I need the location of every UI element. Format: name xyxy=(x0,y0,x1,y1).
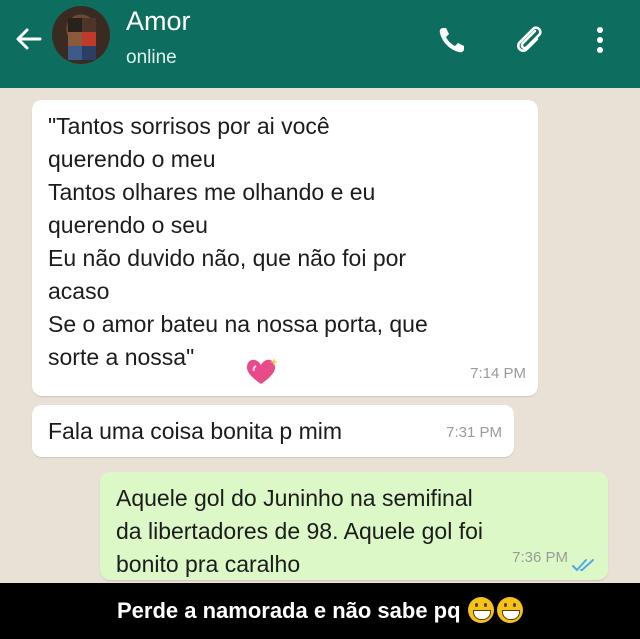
message-bubble-incoming[interactable]: "Tantos sorrisos por ai você querendo o … xyxy=(32,100,538,396)
phone-icon[interactable] xyxy=(434,22,470,58)
sparkling-heart-icon xyxy=(246,358,278,384)
grinning-face-icon xyxy=(468,597,495,623)
message-list[interactable]: "Tantos sorrisos por ai você querendo o … xyxy=(0,88,640,583)
message-text: Fala uma coisa bonita p mim xyxy=(48,418,343,444)
message-text: Aquele gol do Juninho na semifinal da li… xyxy=(116,485,483,577)
message-bubble-incoming[interactable]: Fala uma coisa bonita p mim 7:31 PM xyxy=(32,405,514,457)
avatar[interactable] xyxy=(52,6,110,64)
meme-caption: Perde a namorada e não sabe pq xyxy=(116,598,461,623)
double-check-icon xyxy=(572,559,594,571)
grinning-face-icon xyxy=(497,597,524,623)
contact-info[interactable]: Amor online xyxy=(126,4,191,70)
contact-name: Amor xyxy=(126,6,191,36)
chat-header: Amor online xyxy=(0,0,640,88)
message-time: 7:31 PM xyxy=(446,424,502,441)
paperclip-icon[interactable] xyxy=(512,22,548,58)
message-text: "Tantos sorrisos por ai você querendo o … xyxy=(48,113,428,370)
more-vertical-icon[interactable] xyxy=(582,22,618,58)
message-time: 7:14 PM xyxy=(470,365,526,382)
message-bubble-outgoing[interactable]: Aquele gol do Juninho na semifinal da li… xyxy=(100,472,608,580)
message-time: 7:36 PM xyxy=(512,549,568,566)
contact-status: online xyxy=(126,47,177,68)
meme-caption-bar: Perde a namorada e não sabe pq xyxy=(0,583,640,639)
arrow-left-icon[interactable] xyxy=(12,22,46,56)
